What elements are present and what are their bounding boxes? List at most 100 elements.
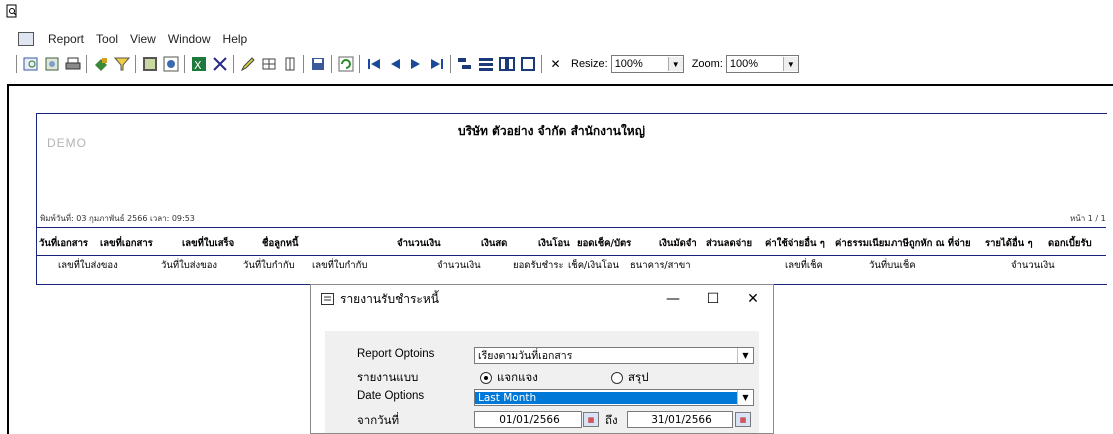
preview-icon[interactable]	[21, 55, 40, 74]
chevron-down-icon[interactable]: ▼	[737, 348, 753, 363]
zoom-combo[interactable]: 100% ▼	[725, 55, 799, 73]
two-pages-icon[interactable]	[497, 55, 516, 74]
zoom-label: Zoom:	[691, 58, 723, 70]
col-subheader: ยอดรับชำระ	[513, 260, 564, 271]
toolbar-separator	[184, 55, 185, 73]
report-options-dialog: รายงานรับชำระหนี้ — ☐ ✕ Report Optoins เ…	[310, 284, 774, 434]
date-options-value: Last Month	[475, 391, 737, 404]
toolbar-separator	[331, 55, 332, 73]
radio-summary-label: สรุป	[628, 372, 649, 384]
report-options-select[interactable]: เรียงตามวันที่เอกสาร ▼	[474, 347, 754, 364]
mdi-window-icon[interactable]	[18, 32, 34, 46]
close-button[interactable]: ✕	[733, 291, 773, 307]
export-icon[interactable]	[42, 55, 61, 74]
col-header: รายได้อื่น ๆ	[985, 238, 1033, 249]
chevron-down-icon[interactable]: ▼	[737, 390, 753, 405]
col-header: เงินมัดจำ	[659, 238, 697, 249]
col-subheader: จำนวนเงิน	[437, 260, 481, 271]
radio-summary[interactable]: สรุป	[611, 369, 649, 387]
chevron-down-icon[interactable]: ▼	[667, 57, 683, 71]
dialog-titlebar: รายงานรับชำระหนี้ — ☐ ✕	[311, 285, 773, 313]
col-subheader: เช็ค/เงินโอน	[568, 260, 619, 271]
resize-label: Resize:	[571, 58, 608, 70]
to-date-input[interactable]: 31/01/2566	[627, 411, 733, 428]
radio-detail-label: แจกแจง	[497, 372, 538, 384]
one-page-icon[interactable]	[518, 55, 537, 74]
toolbar-separator	[86, 55, 87, 73]
dialog-body: Report Optoins เรียงตามวันที่เอกสาร ▼ รา…	[325, 331, 759, 433]
save-icon[interactable]	[308, 55, 327, 74]
svg-text:X: X	[194, 59, 202, 72]
col-header: เลขที่เอกสาร	[100, 238, 153, 249]
dialog-title: รายงานรับชำระหนี้	[340, 291, 439, 306]
chevron-down-icon[interactable]: ▼	[782, 57, 798, 71]
cross-tools-icon[interactable]	[210, 55, 229, 74]
columns-icon[interactable]	[280, 55, 299, 74]
tree-icon[interactable]	[455, 55, 474, 74]
close-icon[interactable]: ✕	[546, 55, 565, 74]
col-subheader: วันที่ใบส่งของ	[161, 260, 218, 271]
radio-summary-button[interactable]	[611, 372, 623, 384]
col-subheader: วันที่ใบกำกับ	[243, 260, 295, 271]
calendar-icon[interactable]: ▦	[583, 412, 599, 427]
col-header: ดอกเบี้ยรับ	[1048, 238, 1092, 249]
menu-help[interactable]: Help	[223, 32, 248, 46]
grid-icon[interactable]	[259, 55, 278, 74]
header-top-rule	[36, 227, 1106, 228]
col-header: ค่าธรรมเนียม	[835, 238, 891, 249]
from-date-input[interactable]: 01/01/2566	[474, 411, 582, 428]
pen-icon[interactable]	[238, 55, 257, 74]
col-header: วันที่เอกสาร	[39, 238, 89, 249]
resize-value: 100%	[614, 58, 643, 70]
report-type-label: รายงานแบบ	[357, 372, 419, 384]
maximize-button[interactable]: ☐	[693, 291, 733, 307]
col-subheader: จำนวนเงิน	[1011, 260, 1055, 271]
toolbar-grip	[16, 55, 17, 73]
company-title: บริษัท ตัวอย่าง จำกัด สำนักงานใหญ่	[458, 124, 645, 138]
first-page-icon[interactable]	[364, 55, 383, 74]
resize-combo[interactable]: 100% ▼	[610, 55, 684, 73]
col-header: ภาษีถูกหัก ณ ที่จ่าย	[891, 238, 971, 249]
col-subheader: วันที่บนเช็ค	[869, 260, 916, 271]
menu-report[interactable]: Report	[48, 32, 84, 46]
col-header: ส่วนลดจ่าย	[706, 238, 753, 249]
toolbar-separator	[541, 55, 542, 73]
zoom-value: 100%	[729, 58, 759, 70]
last-page-icon[interactable]	[427, 55, 446, 74]
col-subheader: เลขที่ใบกำกับ	[312, 260, 368, 271]
col-header: เงินโอน	[538, 238, 570, 249]
date-options-label: Date Options	[357, 390, 425, 402]
minimize-button[interactable]: —	[653, 291, 693, 307]
rows-icon[interactable]	[476, 55, 495, 74]
excel-icon[interactable]: X	[189, 55, 208, 74]
from-date-label: จากวันที่	[357, 415, 400, 427]
date-options-select[interactable]: Last Month ▼	[474, 389, 754, 406]
col-subheader: ธนาคาร/สาขา	[630, 260, 691, 271]
printed-date: พิมพ์วันที่: 03 กุมภาพันธ์ 2566 เวลา: 09…	[40, 214, 195, 223]
image-icon[interactable]	[161, 55, 180, 74]
toolbar-separator	[233, 55, 234, 73]
menu-window[interactable]: Window	[168, 32, 211, 46]
next-page-icon[interactable]	[406, 55, 425, 74]
toolbar-separator	[303, 55, 304, 73]
col-header: ชื่อลูกหนี้	[262, 238, 299, 249]
toolbar-separator	[135, 55, 136, 73]
prev-page-icon[interactable]	[385, 55, 404, 74]
toolbar: X ✕ Resize: 100% ▼ Zoom: 100% ▼	[14, 53, 1113, 75]
page-number: หน้า 1 / 1	[1070, 214, 1106, 223]
radio-detail-button[interactable]	[480, 372, 492, 384]
filter-icon[interactable]	[112, 55, 131, 74]
picture-icon[interactable]	[140, 55, 159, 74]
group-icon[interactable]	[91, 55, 110, 74]
radio-detail[interactable]: แจกแจง	[480, 369, 538, 387]
toolbar-separator	[359, 55, 360, 73]
menu-view[interactable]: View	[130, 32, 156, 46]
report-options-value: เรียงตามวันที่เอกสาร	[478, 350, 573, 362]
to-date-label: ถึง	[605, 415, 618, 427]
col-header: ค่าใช้จ่ายอื่น ๆ	[765, 238, 825, 249]
print-icon[interactable]	[63, 55, 82, 74]
calendar-icon[interactable]: ▦	[735, 412, 751, 427]
col-header: เลขที่ใบเสร็จ	[182, 238, 235, 249]
menu-tool[interactable]: Tool	[96, 32, 118, 46]
refresh-icon[interactable]	[336, 55, 355, 74]
